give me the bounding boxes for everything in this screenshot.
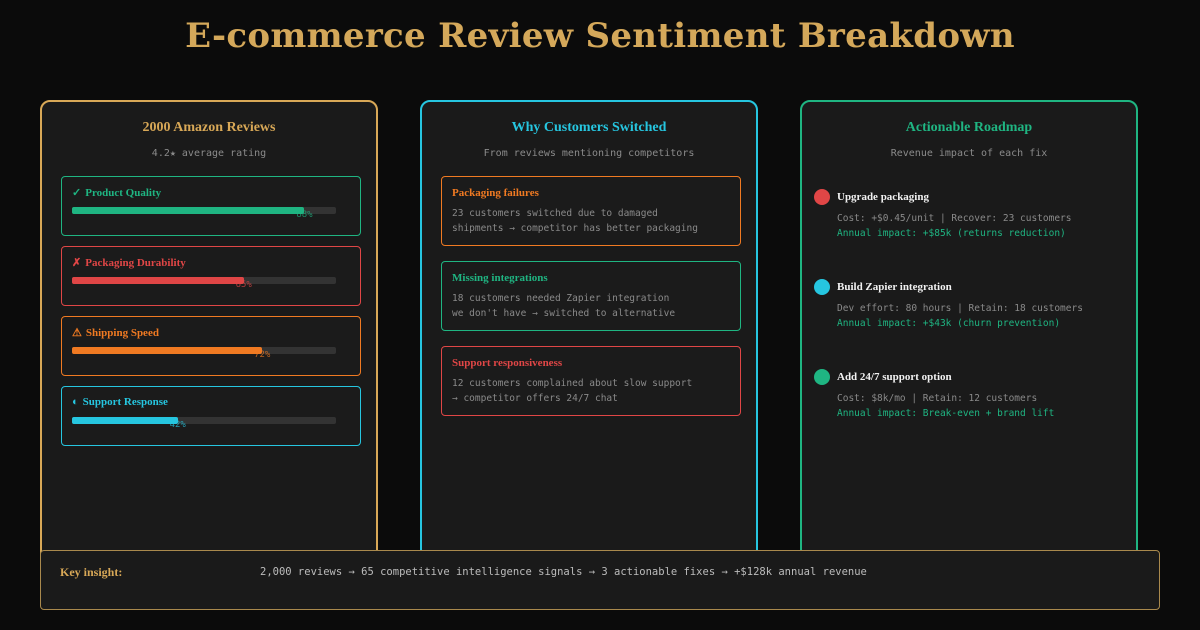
metric-bar-fill — [72, 277, 244, 284]
metric-bar-fill — [72, 347, 263, 354]
key-insight-label: Key insight: — [60, 565, 123, 579]
reviews-panel: 2000 Amazon Reviews 4.2★ average rating … — [40, 100, 378, 570]
step-title: Upgrade packaging — [837, 191, 929, 203]
reason-card: Support responsiveness 12 customers comp… — [441, 346, 741, 416]
reason-line: → competitor offers 24/7 chat — [452, 393, 618, 404]
metric-bar-fill — [72, 417, 178, 424]
step-dot-icon — [814, 279, 830, 295]
switched-panel: Why Customers Switched From reviews ment… — [420, 100, 758, 570]
warning-icon: ⚠ — [72, 327, 82, 339]
step-dot-icon — [814, 369, 830, 385]
roadmap-panel-subtitle: Revenue impact of each fix — [890, 148, 1048, 159]
reviews-panel-subtitle: 4.2★ average rating — [151, 148, 267, 159]
roadmap-panel-title: Actionable Roadmap — [905, 120, 1033, 135]
reason-title: Support responsiveness — [452, 357, 563, 369]
switched-panel-title: Why Customers Switched — [511, 120, 667, 135]
reviews-panel-title: 2000 Amazon Reviews — [142, 120, 276, 135]
reason-line: shipments → competitor has better packag… — [452, 223, 698, 234]
step-detail: Dev effort: 80 hours | Retain: 18 custom… — [837, 303, 1083, 314]
metric-label: ✗ Packaging Durability — [72, 257, 186, 269]
metric-value: 72% — [254, 350, 271, 360]
step-impact: Annual impact: +$85k (returns reduction) — [837, 228, 1066, 239]
step-title: Build Zapier integration — [837, 281, 952, 293]
metric-bar-track — [72, 347, 336, 354]
metric-shipping-speed: ⚠ Shipping Speed 72% — [61, 316, 361, 376]
reason-line: we don't have → switched to alternative — [452, 308, 676, 319]
reason-card: Missing integrations 18 customers needed… — [441, 261, 741, 331]
key-insight-text: 2,000 reviews → 65 competitive intellige… — [260, 566, 867, 578]
step-impact: Annual impact: Break-even + brand lift — [837, 408, 1055, 419]
metric-label: ⚠ Shipping Speed — [72, 327, 159, 339]
reason-title: Packaging failures — [452, 187, 539, 199]
step-detail: Cost: $8k/mo | Retain: 12 customers — [837, 393, 1038, 404]
step-impact: Annual impact: +$43k (churn prevention) — [837, 318, 1061, 329]
step-dot-icon — [814, 189, 830, 205]
key-insight-banner: Key insight: 2,000 reviews → 65 competit… — [40, 550, 1160, 610]
switched-panel-subtitle: From reviews mentioning competitors — [483, 148, 695, 159]
page-title: E-commerce Review Sentiment Breakdown — [185, 16, 1015, 56]
reason-line: 18 customers needed Zapier integration — [452, 293, 670, 304]
roadmap-step: Upgrade packaging Cost: +$0.45/unit | Re… — [814, 189, 1134, 249]
half-circle-icon: ◐ — [72, 396, 79, 408]
metric-product-quality: ✓ Product Quality 88% — [61, 176, 361, 236]
metric-value: 88% — [296, 210, 313, 220]
metric-label: ◐ Support Response — [72, 396, 168, 408]
reason-line: 12 customers complained about slow suppo… — [452, 378, 693, 389]
roadmap-panel: Actionable Roadmap Revenue impact of eac… — [800, 100, 1138, 570]
metric-support-response: ◐ Support Response 42% — [61, 386, 361, 446]
metric-bar-track — [72, 417, 336, 424]
step-title: Add 24/7 support option — [837, 371, 952, 383]
metric-bar-track — [72, 277, 336, 284]
reason-title: Missing integrations — [452, 272, 548, 284]
step-detail: Cost: +$0.45/unit | Recover: 23 customer… — [837, 213, 1072, 224]
metric-bar-fill — [72, 207, 305, 214]
metric-label: ✓ Product Quality — [72, 187, 162, 199]
metric-packaging-durability: ✗ Packaging Durability 65% — [61, 246, 361, 306]
roadmap-step: Add 24/7 support option Cost: $8k/mo | R… — [814, 369, 1134, 429]
reason-card: Packaging failures 23 customers switched… — [441, 176, 741, 246]
cross-icon: ✗ — [72, 257, 82, 269]
metric-value: 42% — [169, 420, 186, 430]
metric-value: 65% — [235, 280, 252, 290]
reason-line: 23 customers switched due to damaged — [452, 208, 658, 219]
roadmap-step: Build Zapier integration Dev effort: 80 … — [814, 279, 1134, 339]
check-icon: ✓ — [72, 187, 82, 199]
